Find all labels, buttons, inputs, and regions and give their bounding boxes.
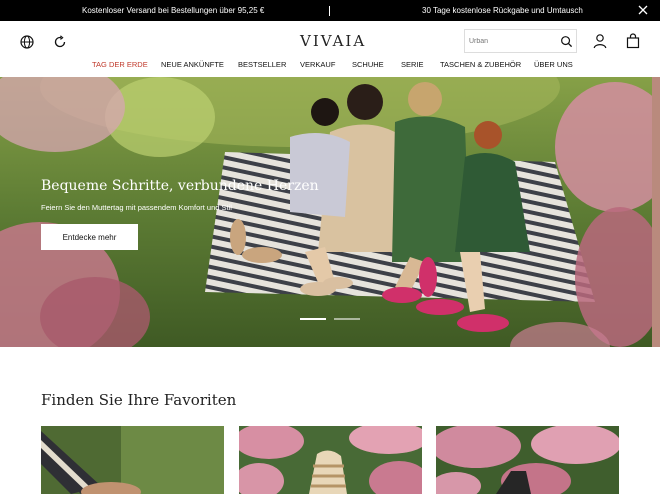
nav-item-verkauf[interactable]: VERKAUF bbox=[300, 60, 335, 69]
user-icon[interactable] bbox=[592, 33, 608, 49]
hero-subtitle: Feiern Sie den Muttertag mit passendem K… bbox=[41, 203, 232, 212]
site-header: VIVAIA TAG DER ERDE NEUE ANKÜNFTE BESTSE… bbox=[0, 21, 660, 77]
favorite-card[interactable] bbox=[41, 426, 224, 494]
announcement-bar: Kostenloser Versand bei Bestellungen übe… bbox=[0, 0, 660, 21]
favorite-card[interactable] bbox=[436, 426, 619, 494]
search-icon[interactable] bbox=[560, 35, 573, 48]
favorite-card-image bbox=[436, 426, 619, 494]
nav-item-taschen-zubehoer[interactable]: TASCHEN & ZUBEHÖR bbox=[440, 60, 521, 69]
hero-image bbox=[0, 77, 652, 347]
search-input[interactable] bbox=[469, 34, 555, 49]
favorites-heading: Finden Sie Ihre Favoriten bbox=[41, 391, 237, 409]
nav-item-bestseller[interactable]: BESTSELLER bbox=[238, 60, 286, 69]
main-navigation: TAG DER ERDE NEUE ANKÜNFTE BESTSELLER VE… bbox=[0, 60, 660, 74]
nav-item-neue-ankuenfte[interactable]: NEUE ANKÜNFTE bbox=[161, 60, 224, 69]
close-icon[interactable] bbox=[636, 3, 650, 17]
next-slide-peek bbox=[652, 77, 660, 347]
favorite-card-image bbox=[239, 426, 422, 494]
nav-item-schuhe[interactable]: SCHUHE bbox=[352, 60, 384, 69]
sync-icon[interactable] bbox=[52, 34, 68, 50]
favorite-card[interactable] bbox=[239, 426, 422, 494]
hero-title: Bequeme Schritte, verbundene Herzen bbox=[41, 178, 319, 194]
bag-icon[interactable] bbox=[625, 33, 641, 49]
brand-logo[interactable]: VIVAIA bbox=[300, 32, 366, 50]
hero-banner: Bequeme Schritte, verbundene Herzen Feie… bbox=[0, 77, 652, 347]
globe-icon[interactable] bbox=[19, 34, 35, 50]
nav-item-tag-der-erde[interactable]: TAG DER ERDE bbox=[92, 60, 148, 69]
nav-item-serie[interactable]: SERIE bbox=[401, 60, 424, 69]
carousel-indicator-1[interactable] bbox=[300, 318, 326, 320]
nav-item-ueber-uns[interactable]: ÜBER UNS bbox=[534, 60, 573, 69]
announcement-shipping: Kostenloser Versand bei Bestellungen übe… bbox=[82, 6, 265, 15]
search-box[interactable] bbox=[464, 29, 577, 53]
announcement-divider bbox=[329, 6, 330, 16]
announcement-returns: 30 Tage kostenlose Rückgabe und Umtausch bbox=[422, 6, 583, 15]
carousel-indicator-2[interactable] bbox=[334, 318, 360, 320]
favorite-card-image bbox=[41, 426, 224, 494]
discover-more-button[interactable]: Entdecke mehr bbox=[41, 224, 138, 250]
